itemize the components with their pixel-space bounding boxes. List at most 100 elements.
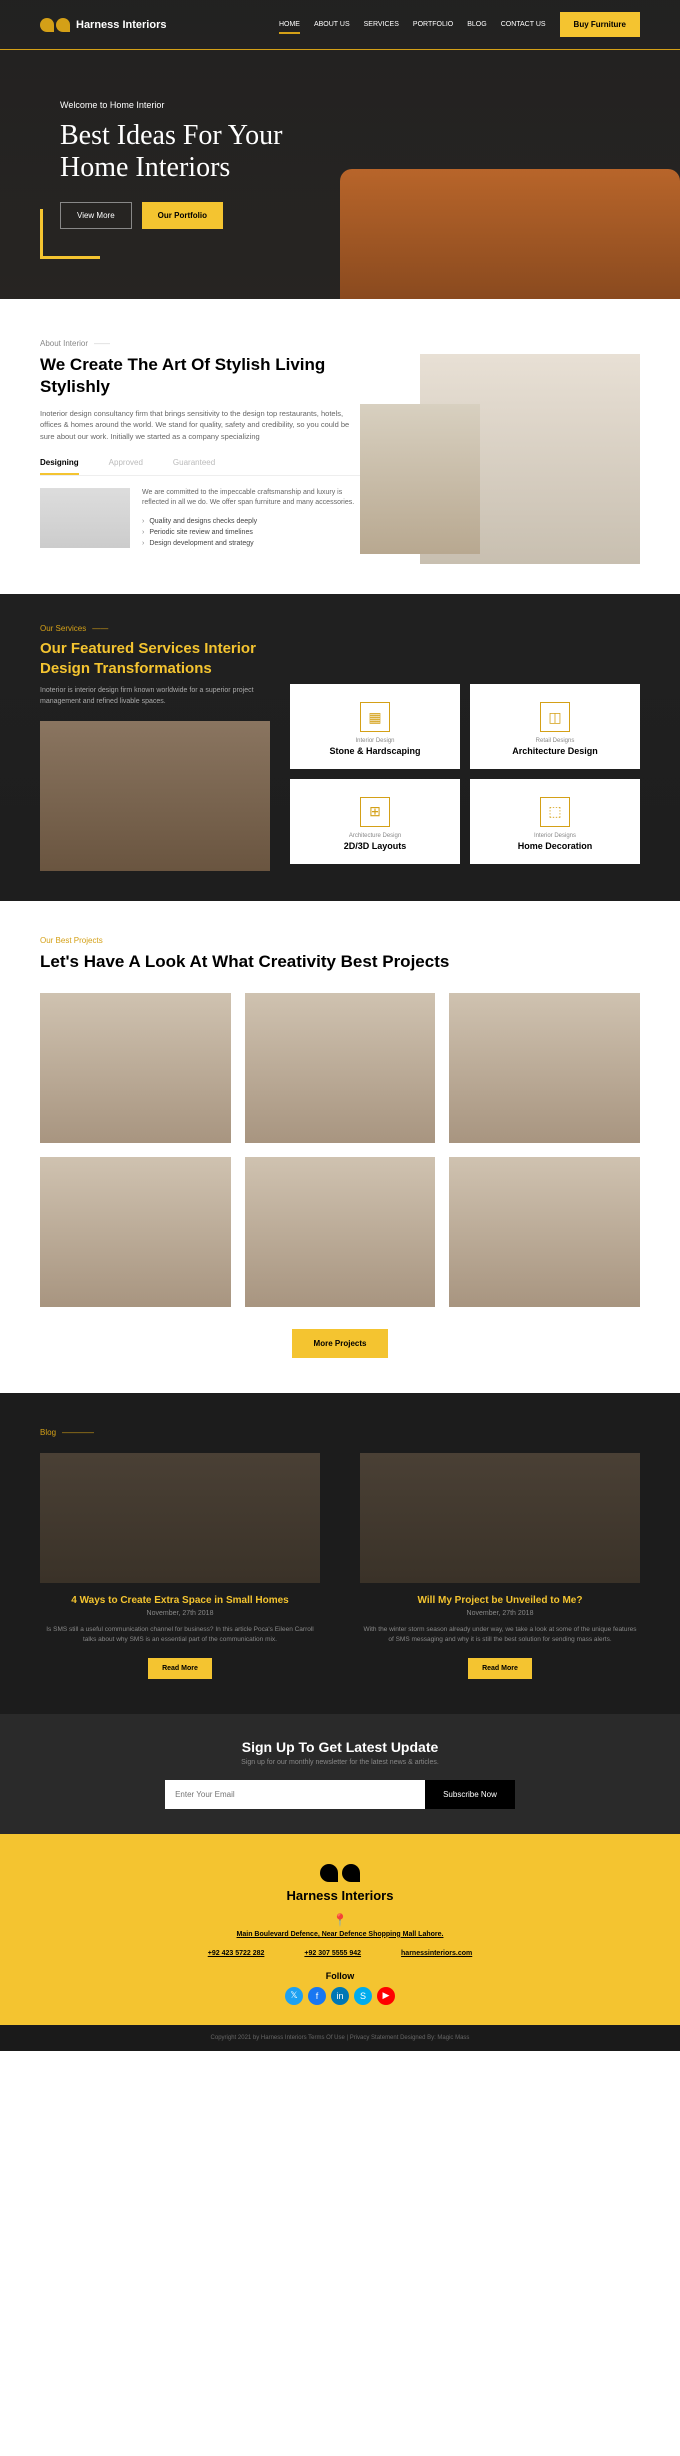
youtube-icon[interactable]: ▶: [377, 1987, 395, 2005]
hero-accent-border: [40, 209, 100, 259]
nav-about[interactable]: ABOUT US: [314, 21, 350, 28]
read-more-button[interactable]: Read More: [468, 1658, 532, 1679]
tab-list-item: Periodic site review and timelines: [142, 527, 360, 538]
nav-contact[interactable]: CONTACT US: [501, 21, 546, 28]
nav-home[interactable]: HOME: [279, 21, 300, 28]
services-grid: ▦ Interior Design Stone & Hardscaping ◫ …: [290, 684, 640, 871]
blog-post-title[interactable]: 4 Ways to Create Extra Space in Small Ho…: [40, 1595, 320, 1606]
service-name: Architecture Design: [480, 746, 630, 757]
service-card-decoration[interactable]: ⬚ Interior Designs Home Decoration: [470, 779, 640, 864]
services-title: Our Featured Services Interior Design Tr…: [40, 639, 270, 678]
more-projects-button[interactable]: More Projects: [292, 1329, 389, 1358]
service-name: Stone & Hardscaping: [300, 746, 450, 757]
stone-icon: ▦: [360, 702, 390, 732]
blog-card: 4 Ways to Create Extra Space in Small Ho…: [40, 1453, 320, 1679]
blog-date: November, 27th 2018: [360, 1610, 640, 1617]
footer-contacts: +92 423 5722 282 +92 307 5555 942 harnes…: [40, 1950, 640, 1957]
copyright: Copyright 2021 by Harness Interiors Term…: [0, 2025, 680, 2051]
service-card-stone[interactable]: ▦ Interior Design Stone & Hardscaping: [290, 684, 460, 769]
blog-image[interactable]: [40, 1453, 320, 1583]
about-text: Inoterior design consultancy firm that b…: [40, 408, 360, 442]
facebook-icon[interactable]: f: [308, 1987, 326, 2005]
services-text: Inoterior is interior design firm known …: [40, 686, 270, 707]
blog-section: Blog 4 Ways to Create Extra Space in Sma…: [0, 1393, 680, 1714]
read-more-button[interactable]: Read More: [148, 1658, 212, 1679]
nav-bar: Harness Interiors HOME ABOUT US SERVICES…: [0, 0, 680, 50]
hero-welcome: Welcome to Home Interior: [60, 100, 620, 110]
email-input[interactable]: [165, 1780, 425, 1809]
nav-blog[interactable]: BLOG: [467, 21, 486, 28]
tab-description: We are committed to the impeccable craft…: [142, 488, 360, 508]
footer-phone-1[interactable]: +92 423 5722 282: [208, 1950, 265, 1957]
project-card[interactable]: [40, 993, 231, 1143]
skype-icon[interactable]: S: [354, 1987, 372, 2005]
about-section: About Interior We Create The Art Of Styl…: [0, 299, 680, 594]
hero-sofa-image: [340, 169, 680, 299]
decoration-icon: ⬚: [540, 797, 570, 827]
blog-label: Blog: [40, 1428, 640, 1437]
blog-excerpt: Is SMS still a useful communication chan…: [40, 1625, 320, 1645]
about-label: About Interior: [40, 339, 640, 348]
newsletter-form: Subscribe Now: [40, 1780, 640, 1809]
footer-follow-label: Follow: [40, 1971, 640, 1981]
footer-brand: Harness Interiors: [40, 1888, 640, 1903]
services-section: Our Services Our Featured Services Inter…: [0, 594, 680, 901]
services-image: [40, 721, 270, 871]
blog-card: Will My Project be Unveiled to Me? Novem…: [360, 1453, 640, 1679]
service-name: Home Decoration: [480, 841, 630, 852]
newsletter-section: Sign Up To Get Latest Update Sign up for…: [0, 1714, 680, 1834]
about-images: [380, 354, 640, 564]
twitter-icon[interactable]: 𝕏: [285, 1987, 303, 2005]
tab-list-item: Quality and designs checks deeply: [142, 516, 360, 527]
social-links: 𝕏 f in S ▶: [40, 1987, 640, 2005]
blog-post-title[interactable]: Will My Project be Unveiled to Me?: [360, 1595, 640, 1606]
blog-image[interactable]: [360, 1453, 640, 1583]
tab-approved[interactable]: Approved: [109, 458, 143, 475]
projects-grid: [40, 993, 640, 1307]
footer-website[interactable]: harnessinteriors.com: [401, 1950, 472, 1957]
layouts-icon: ⊞: [360, 797, 390, 827]
architecture-icon: ◫: [540, 702, 570, 732]
projects-label: Our Best Projects: [40, 936, 640, 945]
blog-excerpt: With the winter storm season already und…: [360, 1625, 640, 1645]
projects-section: Our Best Projects Let's Have A Look At W…: [0, 901, 680, 1393]
service-card-layouts[interactable]: ⊞ Architecture Design 2D/3D Layouts: [290, 779, 460, 864]
footer-address: Main Boulevard Defence, Near Defence Sho…: [40, 1931, 640, 1938]
tab-list-item: Design development and strategy: [142, 538, 360, 549]
project-card[interactable]: [245, 993, 436, 1143]
service-sub: Interior Designs: [480, 833, 630, 839]
about-tabs: Designing Approved Guaranteed: [40, 458, 360, 476]
service-sub: Retail Designs: [480, 738, 630, 744]
footer-logo-icon: [40, 1864, 640, 1882]
project-card[interactable]: [40, 1157, 231, 1307]
nav-links: HOME ABOUT US SERVICES PORTFOLIO BLOG CO…: [279, 21, 546, 28]
header: Harness Interiors HOME ABOUT US SERVICES…: [0, 0, 680, 299]
about-title: We Create The Art Of Stylish Living Styl…: [40, 354, 360, 398]
buy-furniture-button[interactable]: Buy Furniture: [560, 12, 640, 37]
tab-designing[interactable]: Designing: [40, 458, 79, 475]
nav-portfolio[interactable]: PORTFOLIO: [413, 21, 453, 28]
newsletter-sub: Sign up for our monthly newsletter for t…: [40, 1759, 640, 1766]
subscribe-button[interactable]: Subscribe Now: [425, 1780, 515, 1809]
footer-phone-2[interactable]: +92 307 5555 942: [304, 1950, 361, 1957]
service-sub: Interior Design: [300, 738, 450, 744]
service-card-architecture[interactable]: ◫ Retail Designs Architecture Design: [470, 684, 640, 769]
project-card[interactable]: [449, 993, 640, 1143]
nav-services[interactable]: SERVICES: [364, 21, 399, 28]
newsletter-title: Sign Up To Get Latest Update: [40, 1739, 640, 1755]
service-sub: Architecture Design: [300, 833, 450, 839]
blog-date: November, 27th 2018: [40, 1610, 320, 1617]
service-name: 2D/3D Layouts: [300, 841, 450, 852]
linkedin-icon[interactable]: in: [331, 1987, 349, 2005]
projects-title: Let's Have A Look At What Creativity Bes…: [40, 951, 640, 973]
project-card[interactable]: [245, 1157, 436, 1307]
location-pin-icon: 📍: [40, 1913, 640, 1927]
tab-guaranteed[interactable]: Guaranteed: [173, 458, 215, 475]
brand-name: Harness Interiors: [76, 19, 166, 31]
project-card[interactable]: [449, 1157, 640, 1307]
our-portfolio-button[interactable]: Our Portfolio: [142, 202, 223, 229]
services-label: Our Services: [40, 624, 270, 633]
logo[interactable]: Harness Interiors: [40, 18, 166, 32]
tab-image: [40, 488, 130, 548]
hero: Welcome to Home Interior Best Ideas For …: [0, 50, 680, 299]
